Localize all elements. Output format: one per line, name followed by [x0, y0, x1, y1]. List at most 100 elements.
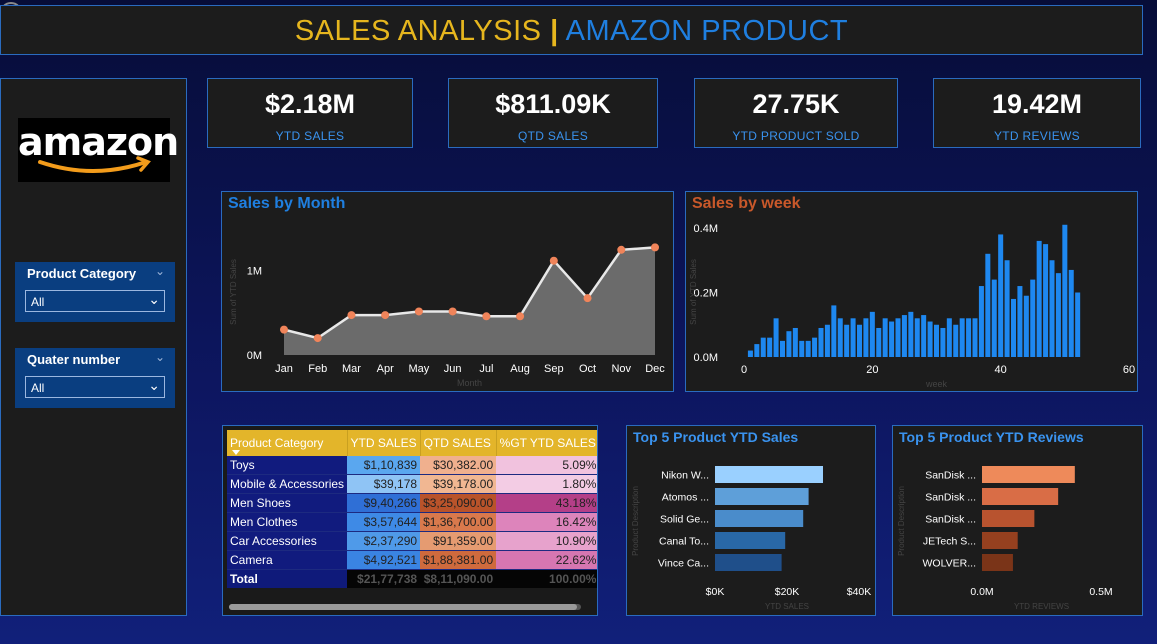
- week-bar: [882, 318, 888, 357]
- table-cell-value: $1,36,700.00: [420, 512, 497, 532]
- hbar: [715, 554, 782, 571]
- x-tick-label: Sep: [544, 363, 564, 375]
- table-row[interactable]: Men Clothes $3,57,644 $1,36,700.00 16.42%: [227, 512, 597, 532]
- horizontal-scrollbar[interactable]: [229, 604, 581, 610]
- y-tick-label: 0.0M: [694, 352, 718, 364]
- hbar: [982, 554, 1013, 571]
- data-point: [549, 256, 558, 265]
- week-bar: [792, 327, 798, 357]
- week-bar: [933, 324, 940, 357]
- product-category-table: Product Category YTD SALES QTD SALES %GT…: [222, 425, 598, 616]
- week-bar: [1055, 273, 1061, 357]
- table-cell-category: Men Clothes: [227, 512, 348, 532]
- table-total-row: Total $21,77,738 $8,11,090.00 100.00%: [227, 569, 597, 588]
- week-bar: [1043, 244, 1049, 357]
- x-tick-label: 0.0M: [970, 586, 993, 598]
- table-cell-value: 22.62%: [496, 550, 597, 570]
- week-bar: [895, 318, 901, 357]
- top5-ytd-reviews-chart: Top 5 Product YTD Reviews SanDisk ... San…: [892, 425, 1143, 616]
- kpi-value: $811.09K: [495, 89, 611, 119]
- title-separator: |: [550, 15, 559, 47]
- table-cell-value: $3,57,644: [347, 512, 421, 532]
- dropdown-chevron-icon[interactable]: ⌄: [148, 291, 160, 308]
- week-bar: [773, 318, 779, 357]
- table-cell-category: Mobile & Accessories: [227, 474, 348, 494]
- week-bar: [1049, 260, 1055, 357]
- week-bar: [786, 331, 792, 357]
- table-row[interactable]: Men Shoes $9,40,266 $3,25,090.00 43.18%: [227, 493, 597, 513]
- x-tick-label: Dec: [645, 363, 665, 375]
- total-label: Total: [227, 569, 348, 588]
- total-value: $8,11,090.00: [420, 569, 497, 588]
- scrollbar-thumb[interactable]: [229, 604, 577, 610]
- week-bar: [921, 315, 927, 357]
- hbar: [715, 510, 804, 527]
- week-bar: [946, 318, 952, 357]
- quarter-number-value: All: [31, 381, 45, 395]
- table-cell-value: $1,88,381.00: [420, 550, 497, 570]
- col-header-qtd-sales[interactable]: QTD SALES: [420, 430, 497, 456]
- hbar: [982, 466, 1075, 483]
- table-cell-value: 1.80%: [496, 474, 597, 494]
- data-point: [651, 243, 659, 252]
- col-header-category[interactable]: Product Category: [227, 430, 348, 456]
- sales-by-week-chart: Sales by week 0 20 40 60 0.0M 0.2M 0.4M week Sum…: [685, 191, 1138, 392]
- y-tick-label: 1M: [247, 265, 262, 277]
- hbar: [715, 488, 809, 505]
- x-tick-label: $0K: [706, 586, 725, 598]
- chevron-down-icon[interactable]: ⌄: [155, 350, 165, 364]
- x-tick-label: 0.5M: [1089, 586, 1112, 598]
- data-point: [583, 294, 592, 303]
- y-axis-label: Product Description: [631, 486, 640, 556]
- table-row[interactable]: Toys $1,10,839 $30,382.00 5.09%: [227, 456, 597, 475]
- week-bar: [799, 340, 805, 357]
- slicer-title-quarter: Quater number: [27, 352, 121, 367]
- dropdown-chevron-icon[interactable]: ⌄: [148, 377, 160, 394]
- product-category-dropdown[interactable]: All ⌄: [25, 290, 165, 312]
- week-bar: [824, 324, 830, 357]
- quarter-number-dropdown[interactable]: All ⌄: [25, 376, 165, 398]
- x-tick-label: $20K: [775, 586, 800, 598]
- table-cell-value: 10.90%: [496, 531, 597, 551]
- week-bar: [818, 327, 824, 357]
- week-bar: [1036, 240, 1042, 357]
- area-fill: [284, 247, 655, 355]
- col-header-ytd-sales[interactable]: YTD SALES: [347, 430, 421, 456]
- week-bar: [959, 318, 965, 357]
- table-cell-value: 16.42%: [496, 512, 597, 532]
- week-bar: [779, 340, 786, 357]
- week-bar-chart-svg: 0 20 40 600.0M0.2M0.4MweekSum of YTD Sales: [689, 223, 1135, 389]
- chevron-down-icon[interactable]: ⌄: [155, 264, 165, 278]
- week-bar: [901, 315, 907, 357]
- hbar: [715, 532, 786, 549]
- kpi-card-qtd-sales: $811.09K QTD SALES: [448, 78, 658, 148]
- week-bar: [876, 327, 882, 357]
- amazon-logo: amazon: [18, 118, 179, 182]
- sort-down-icon[interactable]: [232, 450, 240, 455]
- table-cell-value: $9,40,266: [347, 493, 421, 513]
- y-axis-label: Sum of YTD Sales: [689, 259, 698, 325]
- data-point: [617, 245, 626, 254]
- col-header-gt-ytd-sales[interactable]: %GT YTD SALES: [496, 430, 597, 456]
- week-bar: [889, 321, 895, 357]
- kpi-value: 27.75K: [752, 89, 840, 119]
- week-bar: [837, 318, 843, 357]
- quarter-number-slicer: Quater number ⌄ All ⌄: [15, 348, 175, 408]
- table-cell-value: $4,92,521: [347, 550, 421, 570]
- data-point: [448, 307, 457, 316]
- week-bar: [869, 311, 875, 357]
- kpi-value: 19.42M: [991, 89, 1083, 119]
- total-value: $21,77,738: [347, 569, 421, 588]
- table-row[interactable]: Car Accessories $2,37,290 $91,359.00 10.90%: [227, 531, 597, 551]
- table-cell-category: Toys: [227, 456, 348, 475]
- top5-reviews-bar-svg: SanDisk ... SanDisk ... SanDisk ... JETech …: [897, 466, 1113, 611]
- data-point: [414, 307, 423, 316]
- table-row[interactable]: Camera $4,92,521 $1,88,381.00 22.62%: [227, 550, 597, 570]
- kpi-card-ytd-product-sold: 27.75K YTD PRODUCT SOLD: [694, 78, 898, 148]
- category-label: JETech S...: [923, 536, 976, 548]
- data-point: [280, 325, 288, 334]
- table-row[interactable]: Mobile & Accessories $39,178 $39,178.00 1.8…: [227, 474, 597, 494]
- data-point: [516, 312, 525, 321]
- x-tick-label: 20: [866, 364, 878, 376]
- week-bar: [953, 324, 959, 357]
